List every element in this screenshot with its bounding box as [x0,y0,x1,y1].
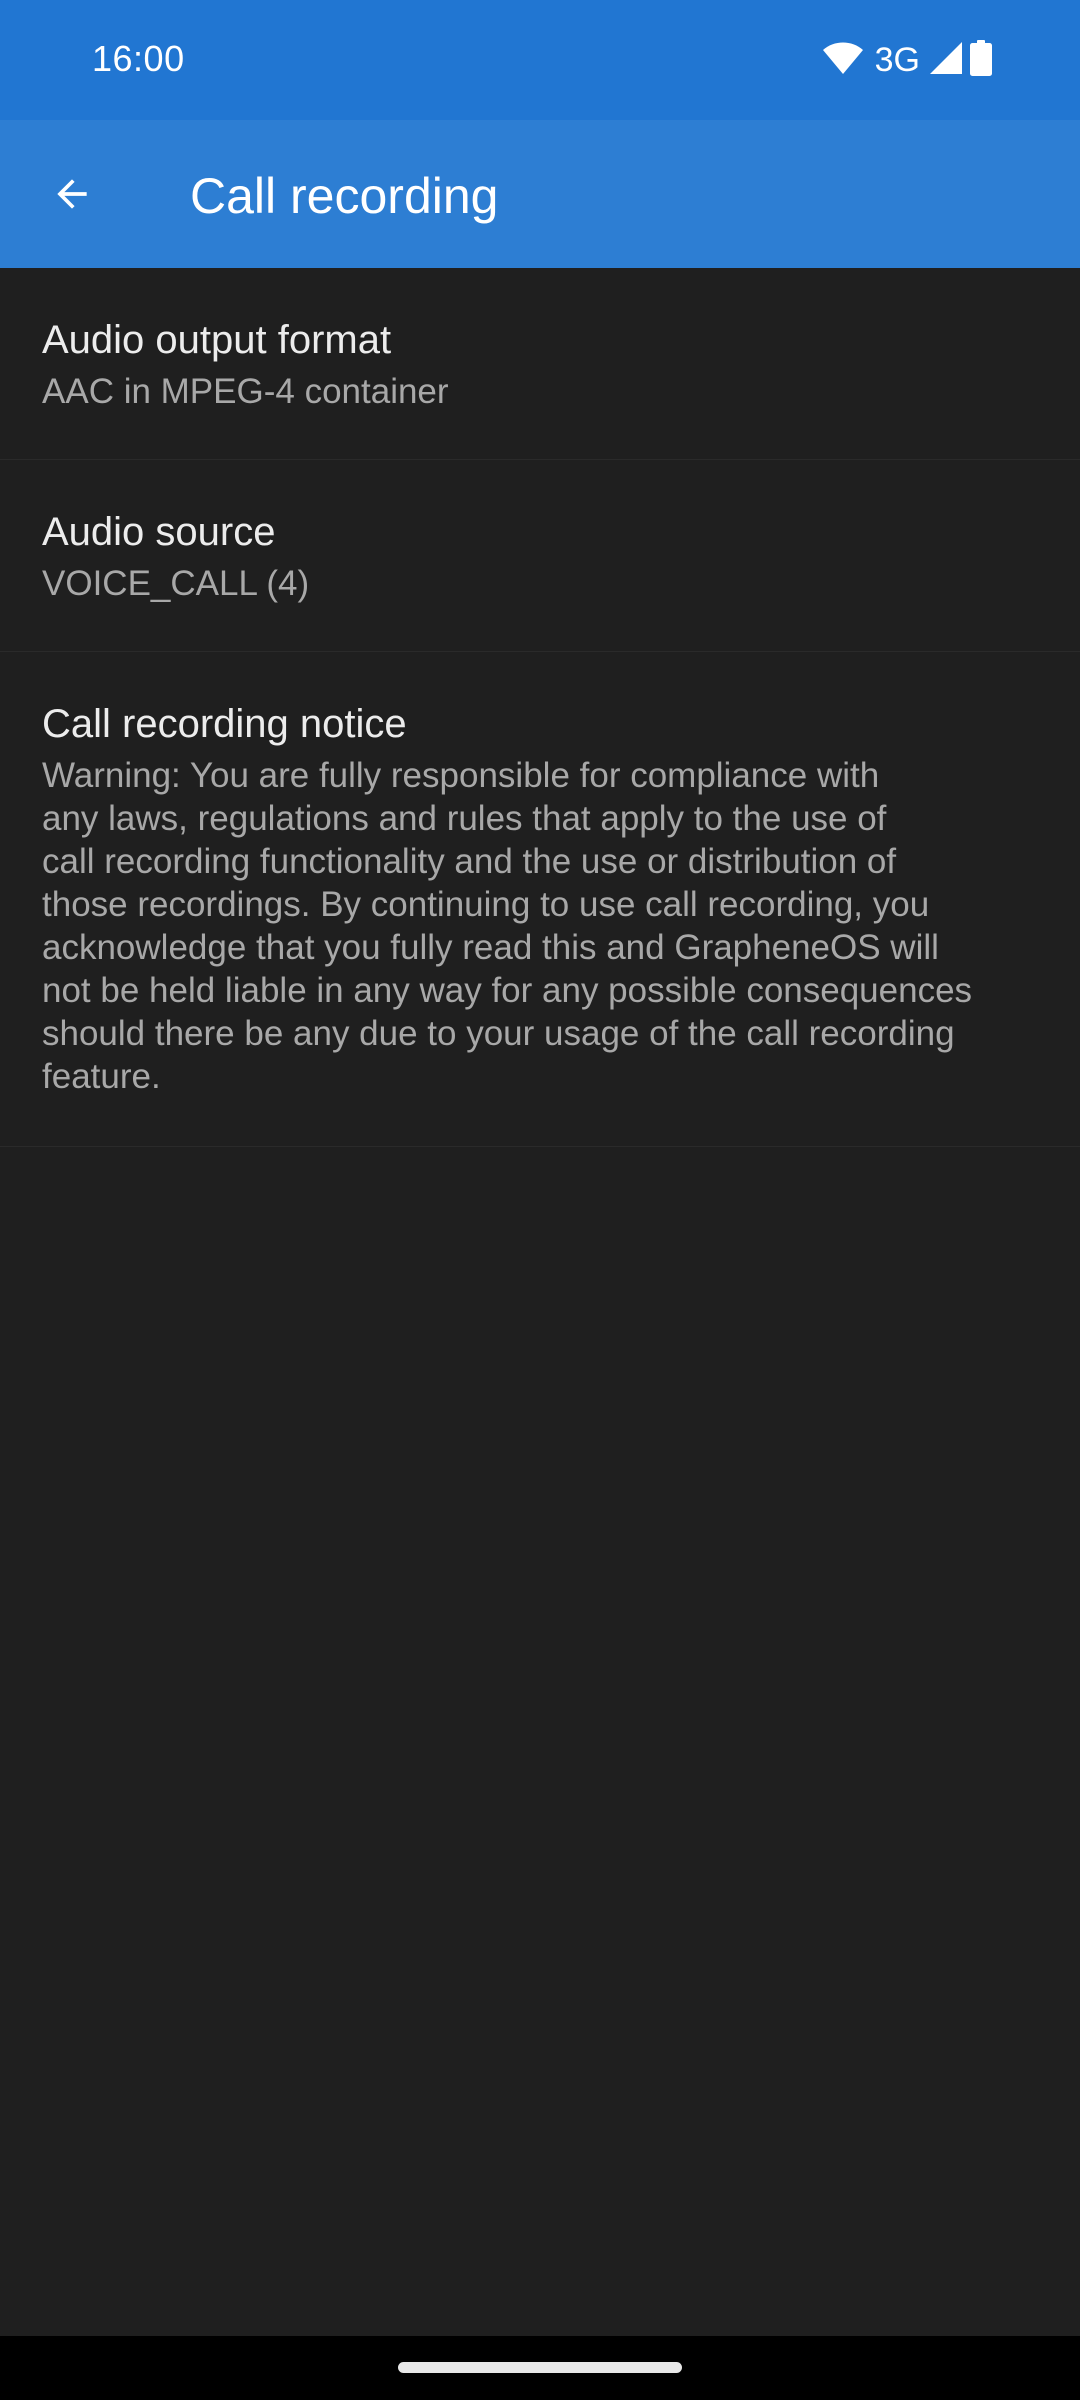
status-icons: 3G [822,39,992,81]
wifi-icon [822,41,863,80]
pref-summary: Warning: You are fully responsible for c… [42,756,973,1096]
status-time: 16:00 [92,38,185,79]
battery-icon [970,39,992,81]
pref-audio-output-format[interactable]: Audio output format AAC in MPEG-4 contai… [0,268,1080,460]
network-type-label: 3G [874,41,920,79]
signal-icon [930,41,962,79]
navigation-bar [0,2336,1080,2400]
pref-summary: VOICE_CALL (4) [42,564,310,603]
pref-summary: AAC in MPEG-4 container [42,372,449,411]
arrow-back-icon [50,172,94,221]
pref-audio-source[interactable]: Audio source VOICE_CALL (4) [0,460,1080,652]
pref-title: Call recording notice [42,702,407,746]
pref-title: Audio source [42,510,276,554]
status-bar: 16:00 3G [0,0,1080,120]
app-bar: Call recording [0,120,1080,268]
pref-title: Audio output format [42,318,392,362]
page-title: Call recording [190,168,499,224]
back-button[interactable] [30,154,114,238]
preference-list: Audio output format AAC in MPEG-4 contai… [0,268,1080,1147]
pref-call-recording-notice[interactable]: Call recording notice Warning: You are f… [0,652,1080,1147]
home-indicator[interactable] [398,2362,682,2373]
